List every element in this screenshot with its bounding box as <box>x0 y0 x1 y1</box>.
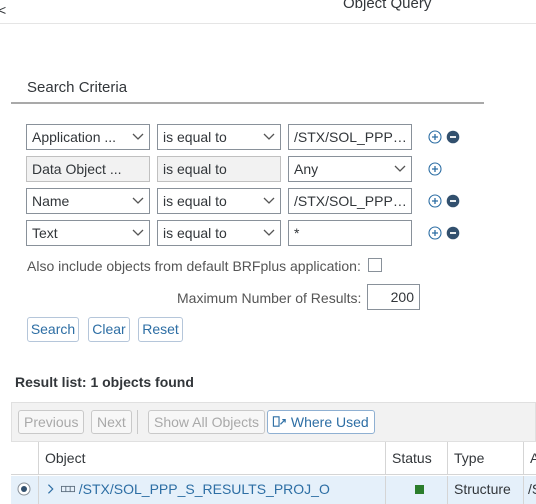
column-header-object[interactable]: Object <box>38 442 385 475</box>
criteria-operator-value: is equal to <box>163 225 227 241</box>
row-selector[interactable] <box>11 476 38 504</box>
object-cell[interactable]: /STX/SOL_PPP_S_RESULTS_PROJ_O <box>38 476 385 504</box>
previous-button[interactable]: Previous <box>18 410 85 434</box>
page-title: Object Query <box>343 0 432 12</box>
table-row[interactable]: /STX/SOL_PPP_S_RESULTS_PROJ_O Structure … <box>11 476 536 504</box>
structure-icon <box>60 485 75 493</box>
criteria-operator-value: is equal to <box>163 161 227 177</box>
remove-row-icon[interactable] <box>446 130 460 144</box>
search-button[interactable]: Search <box>27 317 79 342</box>
type-cell: Structure <box>447 476 523 504</box>
chevron-down-icon <box>132 133 144 140</box>
top-bar: < Object Query <box>0 0 536 24</box>
column-header-type[interactable]: Type <box>447 442 523 475</box>
add-row-icon[interactable] <box>428 226 442 240</box>
criteria-value-select-2[interactable]: Any <box>288 156 412 182</box>
add-row-icon[interactable] <box>428 194 442 208</box>
section-divider <box>11 102 484 104</box>
criteria-value-text: /STX/SOL_PPP_... <box>294 129 411 145</box>
chevron-down-icon <box>394 165 406 172</box>
criteria-field-value: Name <box>32 193 70 209</box>
criteria-operator-select-1[interactable]: is equal to <box>157 124 281 150</box>
criteria-field-value: Data Object ... <box>32 161 122 177</box>
max-results-input[interactable]: 200 <box>367 284 420 310</box>
criteria-value-input-1[interactable]: /STX/SOL_PPP_... <box>288 124 412 150</box>
criteria-field-value: Text <box>32 225 58 241</box>
application-cell: /S <box>523 476 536 504</box>
criteria-operator-readonly-2: is equal to <box>157 156 281 182</box>
results-toolbar: Previous Next Show All Objects Where Use… <box>11 402 536 442</box>
radio-selected-icon <box>17 482 31 496</box>
criteria-field-readonly-2: Data Object ... <box>26 156 150 182</box>
include-default-label: Also include objects from default BRFplu… <box>27 258 361 274</box>
column-header-status[interactable]: Status <box>385 442 447 475</box>
criteria-field-value: Application ... <box>32 129 117 145</box>
toolbar-separator <box>137 410 138 434</box>
criteria-field-select-1[interactable]: Application ... <box>26 124 150 150</box>
add-row-icon[interactable] <box>428 162 442 176</box>
where-used-button[interactable]: Where Used <box>267 410 375 434</box>
status-cell <box>385 476 447 504</box>
where-used-label: Where Used <box>290 414 369 430</box>
result-summary: Result list: 1 objects found <box>15 374 194 390</box>
criteria-value-input-3[interactable]: /STX/SOL_PPP_... <box>288 188 412 214</box>
back-glyph[interactable]: < <box>0 2 6 18</box>
search-criteria-title: Search Criteria <box>27 79 128 96</box>
criteria-value-text: * <box>294 225 300 241</box>
criteria-operator-select-4[interactable]: is equal to <box>157 220 281 246</box>
status-active-icon <box>415 485 424 494</box>
remove-row-icon[interactable] <box>446 226 460 240</box>
chevron-down-icon <box>263 197 275 204</box>
chevron-down-icon <box>132 229 144 236</box>
remove-row-icon[interactable] <box>446 194 460 208</box>
criteria-value-text: /STX/SOL_PPP_... <box>294 193 411 209</box>
add-row-icon[interactable] <box>428 130 442 144</box>
next-button[interactable]: Next <box>91 410 132 434</box>
chevron-down-icon <box>263 133 275 140</box>
criteria-field-select-3[interactable]: Name <box>26 188 150 214</box>
results-table-header: Object Status Type A <box>11 442 536 475</box>
column-header-application[interactable]: A <box>523 442 536 475</box>
include-default-checkbox[interactable] <box>368 258 382 272</box>
criteria-operator-select-3[interactable]: is equal to <box>157 188 281 214</box>
criteria-value-text: Any <box>294 161 319 177</box>
row-selector-header <box>11 442 38 475</box>
reset-button[interactable]: Reset <box>138 317 183 342</box>
criteria-operator-value: is equal to <box>163 193 227 209</box>
criteria-value-input-4[interactable]: * <box>288 220 412 246</box>
expand-chevron-icon[interactable] <box>45 483 57 495</box>
chevron-down-icon <box>132 197 144 204</box>
where-used-icon <box>272 416 286 427</box>
show-all-objects-button[interactable]: Show All Objects <box>148 410 266 434</box>
criteria-field-select-4[interactable]: Text <box>26 220 150 246</box>
criteria-operator-value: is equal to <box>163 129 227 145</box>
clear-button[interactable]: Clear <box>88 317 130 342</box>
max-results-label: Maximum Number of Results: <box>177 290 362 306</box>
chevron-down-icon <box>263 229 275 236</box>
object-link[interactable]: /STX/SOL_PPP_S_RESULTS_PROJ_O <box>79 481 330 497</box>
